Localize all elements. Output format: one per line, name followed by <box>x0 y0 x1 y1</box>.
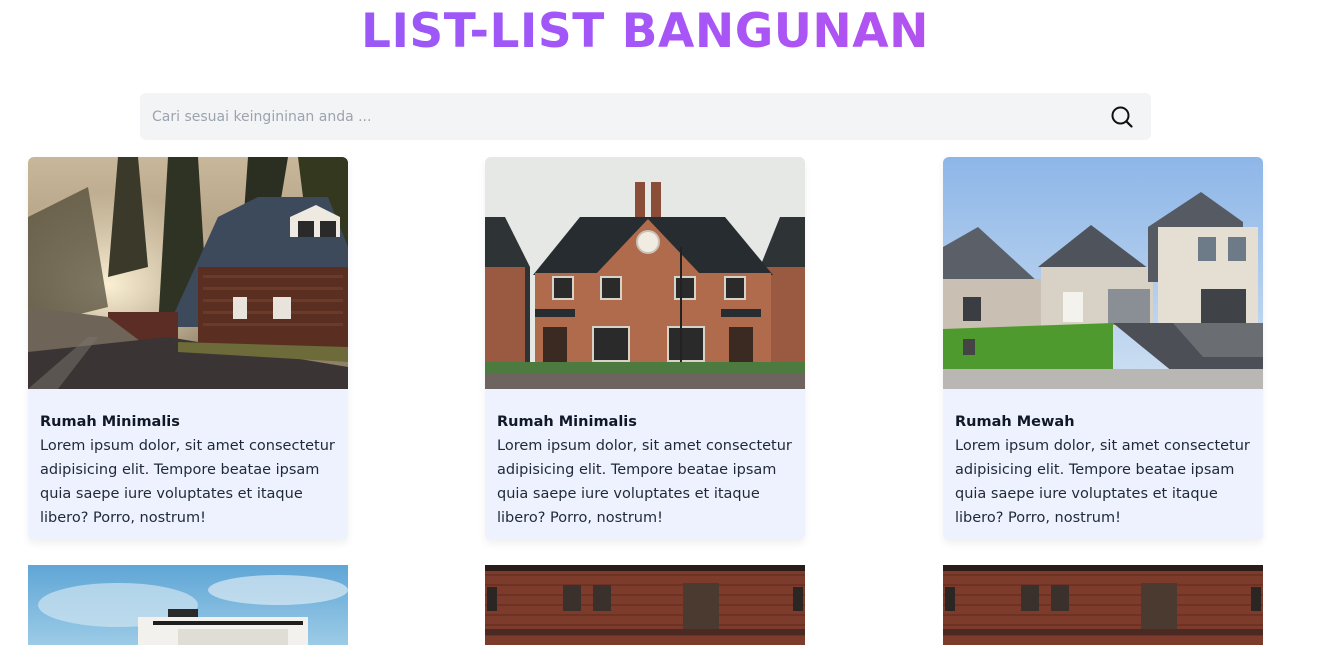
search-input[interactable] <box>140 93 1080 140</box>
card-title: Rumah Minimalis <box>497 414 637 430</box>
building-card[interactable] <box>28 565 348 645</box>
card-description: Lorem ipsum dolor, sit amet consectetur … <box>955 438 1250 526</box>
building-card[interactable]: Rumah Minimalis Lorem ipsum dolor, sit a… <box>485 157 805 540</box>
building-image <box>28 565 348 645</box>
house-image <box>28 157 348 389</box>
house-image <box>485 157 805 389</box>
search-bar <box>140 93 1151 140</box>
building-card[interactable]: Rumah Minimalis Lorem ipsum dolor, sit a… <box>28 157 348 540</box>
building-card[interactable] <box>485 565 805 645</box>
card-title: Rumah Minimalis <box>40 414 180 430</box>
building-card[interactable]: Rumah Mewah Lorem ipsum dolor, sit amet … <box>943 157 1263 540</box>
search-icon[interactable] <box>1109 104 1135 130</box>
card-description: Lorem ipsum dolor, sit amet consectetur … <box>40 438 335 526</box>
card-description: Lorem ipsum dolor, sit amet consectetur … <box>497 438 792 526</box>
building-image <box>943 565 1263 645</box>
card-title: Rumah Mewah <box>955 414 1075 430</box>
building-card[interactable] <box>943 565 1263 645</box>
page-title: LIST-LIST BANGUNAN <box>0 2 1290 62</box>
building-image <box>485 565 805 645</box>
house-image <box>943 157 1263 389</box>
